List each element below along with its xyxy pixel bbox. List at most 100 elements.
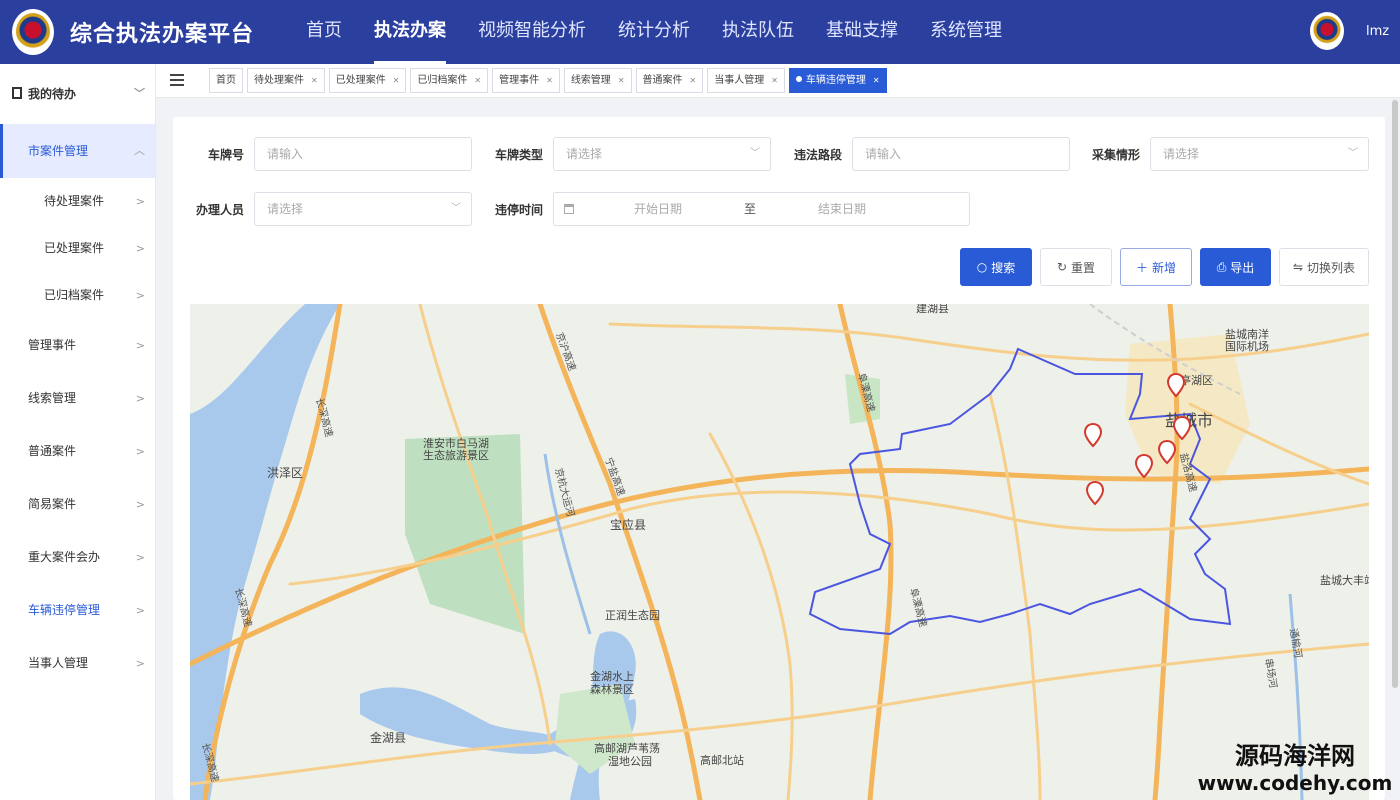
map-view[interactable]: 建湖县 亭湖区 盐城市 洪泽区 淮安市白马湖 生态旅游景区 宝应县 正润生态园 … — [190, 304, 1369, 800]
sidebar-item-events[interactable]: 管理事件 > — [0, 319, 155, 372]
sidebar-item-city-cases[interactable]: 市案件管理 ︿ — [0, 124, 155, 178]
map-label-airport-2: 国际机场 — [1225, 339, 1269, 353]
chevron-down-icon: ﹀ — [134, 87, 145, 100]
chevron-right-icon: > — [135, 289, 145, 302]
export-icon: ⎙ — [1216, 259, 1227, 274]
plate-type-select[interactable]: 请选择 ﹀ — [553, 137, 771, 171]
tab-home[interactable]: 首页 — [209, 68, 243, 93]
capture-label: 采集情形 — [1091, 148, 1140, 162]
nav-case-handling[interactable]: 执法办案 — [358, 0, 462, 64]
main-nav: 首页 执法办案 视频智能分析 统计分析 执法队伍 基础支撑 系统管理 — [290, 0, 1018, 64]
chevron-right-icon: > — [135, 445, 145, 458]
sidebar-item-processed-cases[interactable]: 已处理案件 > — [0, 225, 155, 272]
map-label-tinghu: 亭湖区 — [1180, 373, 1213, 387]
tab-general-cases[interactable]: 普通案件 ✕ — [635, 68, 704, 93]
sidebar-item-general-cases[interactable]: 普通案件 > — [0, 425, 155, 478]
chevron-down-icon: ﹀ — [1348, 148, 1358, 159]
collapse-menu-icon[interactable] — [170, 74, 184, 86]
plate-label: 车牌号 — [207, 148, 244, 162]
chevron-right-icon: > — [135, 392, 145, 405]
close-icon[interactable]: ✕ — [873, 76, 880, 85]
search-button[interactable]: ○ 搜索 — [960, 248, 1032, 286]
open-tabs: 首页 待处理案件 ✕ 已处理案件 ✕ 已归档案件 ✕ 管理事件 ✕ 线索管理 ✕ 普通案件… — [209, 68, 891, 93]
map-label-jinhu-park-2: 森林景区 — [590, 682, 634, 696]
capture-select[interactable]: 请选择 ﹀ — [1150, 137, 1369, 171]
road-input[interactable]: 请输入 — [852, 137, 1070, 171]
nav-video-analysis[interactable]: 视频智能分析 — [462, 0, 602, 64]
nav-statistics[interactable]: 统计分析 — [602, 0, 706, 64]
export-button[interactable]: ⎙ 导出 — [1200, 248, 1271, 286]
top-bar: 综合执法办案平台 首页 执法办案 视频智能分析 统计分析 执法队伍 基础支撑 系… — [0, 0, 1400, 64]
document-icon — [12, 87, 22, 99]
sidebar-item-simple-cases[interactable]: 简易案件 > — [0, 478, 155, 531]
sidebar-item-archived-cases[interactable]: 已归档案件 > — [0, 272, 155, 319]
map-label-gaoyou-north: 高邮北站 — [700, 753, 744, 767]
tab-bar: 首页 待处理案件 ✕ 已处理案件 ✕ 已归档案件 ✕ 管理事件 ✕ 线索管理 ✕ 普通案件… — [156, 64, 1400, 98]
tab-parties[interactable]: 当事人管理 ✕ — [707, 68, 785, 93]
tab-clues[interactable]: 线索管理 ✕ — [563, 68, 632, 93]
tab-pending-cases[interactable]: 待处理案件 ✕ — [247, 68, 325, 93]
nav-system[interactable]: 系统管理 — [914, 0, 1018, 64]
chevron-right-icon: > — [135, 339, 145, 352]
handler-select[interactable]: 请选择 ﹀ — [254, 192, 472, 226]
calendar-icon — [564, 204, 574, 214]
chevron-right-icon: > — [135, 604, 145, 617]
username[interactable]: lmz — [1366, 24, 1389, 39]
plate-type-label: 车牌类型 — [494, 148, 543, 162]
nav-home[interactable]: 首页 — [290, 0, 358, 64]
close-icon[interactable]: ✕ — [474, 76, 481, 85]
end-date-input[interactable]: 结束日期 — [818, 193, 866, 225]
sidebar-item-clues[interactable]: 线索管理 > — [0, 372, 155, 425]
active-dot-icon — [795, 76, 802, 82]
map-canvas: 建湖县 亭湖区 盐城市 洪泽区 淮安市白马湖 生态旅游景区 宝应县 正润生态园 … — [190, 304, 1369, 800]
map-label-airport: 盐城南洋 — [1225, 327, 1269, 341]
chevron-up-icon: ︿ — [134, 144, 145, 157]
start-date-input[interactable]: 开始日期 — [634, 193, 682, 225]
map-label-baoying: 宝应县 — [610, 517, 646, 532]
sidebar-group-my-todo[interactable]: 我的待办 ﹀ — [0, 64, 155, 124]
sidebar-item-parties[interactable]: 当事人管理 > — [0, 637, 155, 690]
tab-processed-cases[interactable]: 已处理案件 ✕ — [328, 68, 407, 93]
page-scrollbar[interactable] — [1392, 100, 1398, 688]
chevron-down-icon: ﹀ — [750, 148, 760, 159]
map-label-wetland: 高邮湖芦苇荡 — [594, 741, 660, 755]
sidebar-item-parking-violations[interactable]: 车辆违停管理 > — [0, 584, 155, 637]
add-button[interactable]: ＋新增 — [1120, 248, 1192, 286]
plate-input[interactable]: 请输入 — [254, 137, 472, 171]
watermark-url: www.codehy.com — [1197, 771, 1393, 795]
map-label-jianhu: 建湖县 — [916, 304, 949, 315]
sidebar-item-major-cases[interactable]: 重大案件会办 > — [0, 531, 155, 584]
date-range-picker[interactable]: 开始日期 至 结束日期 — [553, 192, 970, 226]
tab-events[interactable]: 管理事件 ✕ — [492, 68, 560, 93]
search-icon: ○ — [976, 260, 988, 274]
chevron-right-icon: > — [135, 498, 145, 511]
reset-button[interactable]: ↻ 重置 — [1040, 248, 1112, 286]
watermark: 源码海洋网 www.codehy.com — [1190, 742, 1400, 796]
tab-parking-violations[interactable]: 车辆违停管理 ✕ — [788, 68, 887, 93]
close-icon[interactable]: ✕ — [618, 76, 625, 85]
sidebar: 我的待办 ﹀ 市案件管理 ︿ 待处理案件 > 已处理案件 > 已归档案件 > 管理事件… — [0, 64, 156, 800]
tab-archived-cases[interactable]: 已归档案件 ✕ — [410, 68, 489, 93]
map-label-jinhu: 金湖县 — [370, 730, 406, 745]
refresh-icon: ↻ — [1056, 260, 1068, 274]
close-icon[interactable]: ✕ — [690, 76, 697, 85]
app-logo — [12, 9, 54, 55]
map-label-dafeng: 盐城大丰站 — [1320, 573, 1369, 587]
nav-team[interactable]: 执法队伍 — [706, 0, 810, 64]
toggle-list-button[interactable]: ⇋ 切换列表 — [1279, 248, 1369, 286]
close-icon[interactable]: ✕ — [311, 76, 318, 85]
close-icon[interactable]: ✕ — [771, 76, 778, 85]
map-label-baimahu: 淮安市白马湖 — [423, 436, 489, 450]
map-label-jinhu-park: 金湖水上 — [590, 669, 634, 683]
user-avatar[interactable] — [1310, 12, 1344, 50]
chevron-right-icon: > — [135, 195, 145, 208]
map-label-wetland-2: 湿地公园 — [608, 755, 652, 768]
chevron-down-icon: ﹀ — [451, 203, 461, 214]
map-label-zhengrun: 正润生态园 — [605, 608, 660, 622]
date-range-separator: 至 — [744, 202, 757, 216]
nav-infrastructure[interactable]: 基础支撑 — [810, 0, 914, 64]
switch-icon: ⇋ — [1292, 260, 1304, 274]
close-icon[interactable]: ✕ — [393, 76, 400, 85]
close-icon[interactable]: ✕ — [546, 76, 553, 85]
sidebar-item-pending-cases[interactable]: 待处理案件 > — [0, 178, 155, 225]
